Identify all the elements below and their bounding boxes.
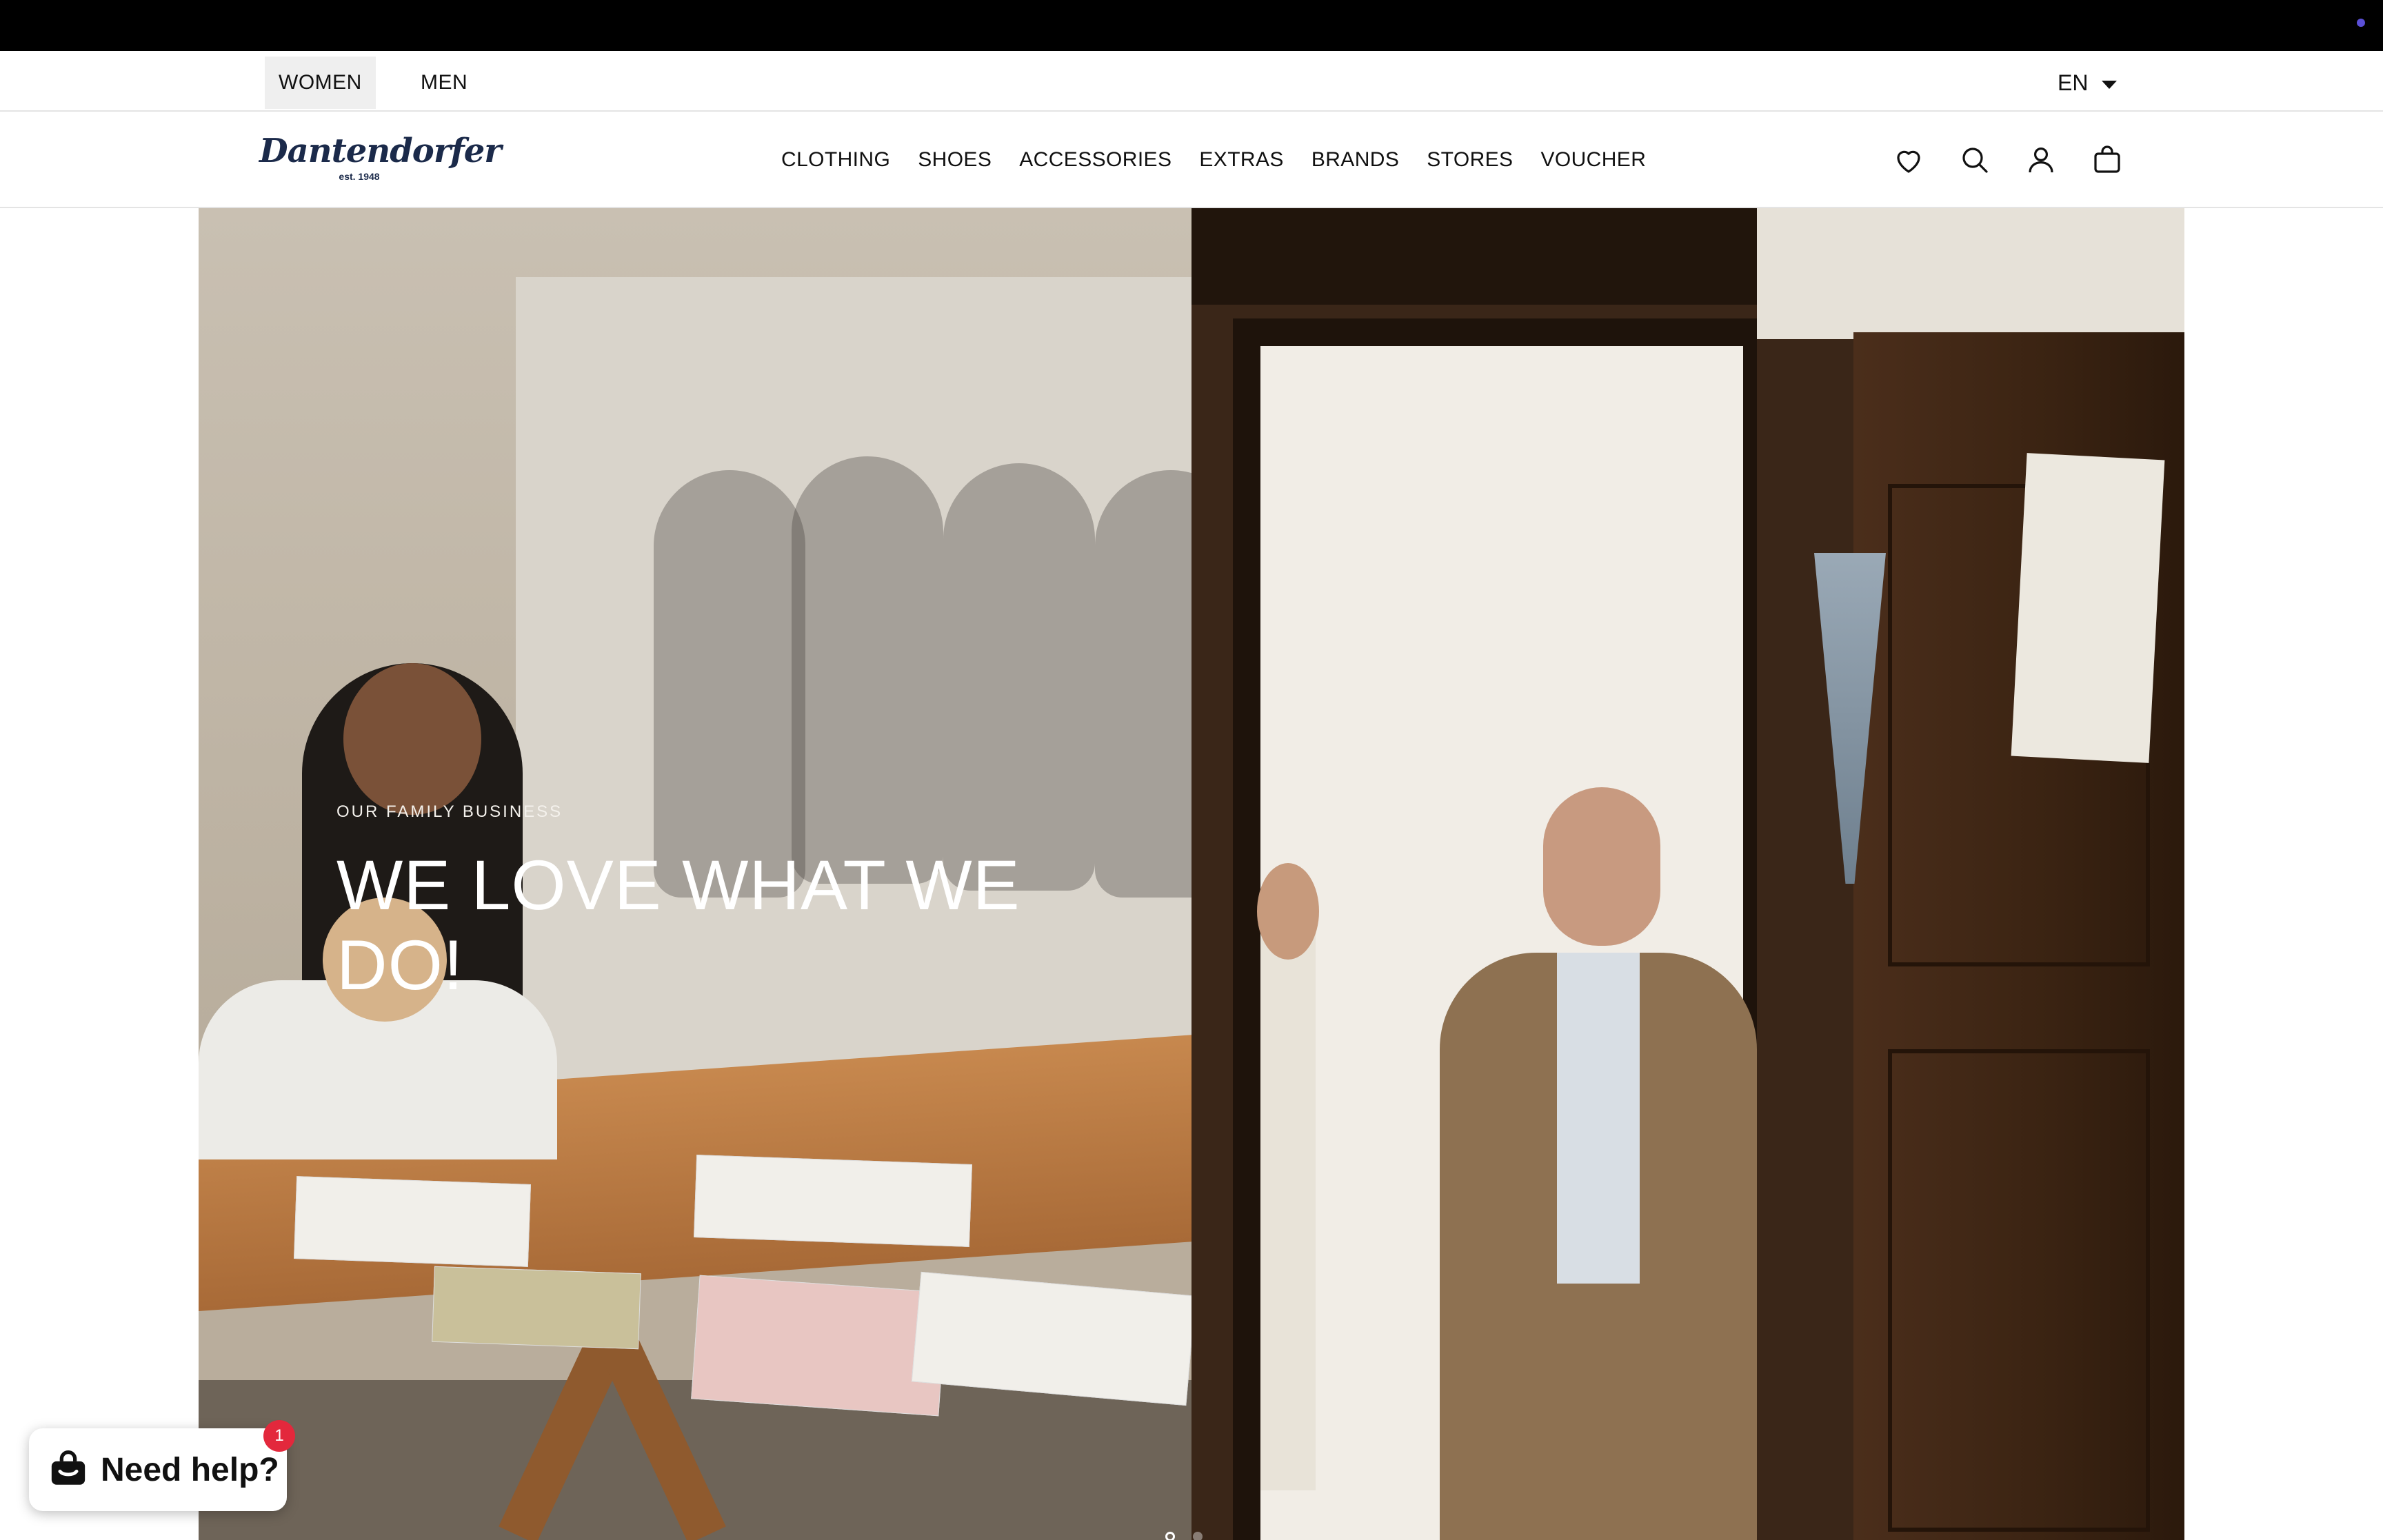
help-label: Need help? <box>101 1451 279 1488</box>
nav-item-clothing[interactable]: CLOTHING <box>781 148 890 172</box>
person-peeking <box>1260 870 1316 1490</box>
hero-copy: OUR FAMILY BUSINESS WE LOVE WHAT WE DO! <box>336 802 1095 1005</box>
heart-icon <box>1897 150 1920 173</box>
hero-headline: WE LOVE WHAT WE DO! <box>336 845 1095 1005</box>
nav-item-extras[interactable]: EXTRAS <box>1199 148 1283 172</box>
brand-logo[interactable]: Dantendorfer est. 1948 <box>259 132 502 186</box>
hero-image-right <box>1192 208 2184 1540</box>
nav-item-shoes[interactable]: SHOES <box>918 148 992 172</box>
hero-eyebrow: OUR FAMILY BUSINESS <box>336 802 563 821</box>
account-button[interactable] <box>2022 141 2060 179</box>
nav-item-brands[interactable]: BRANDS <box>1311 148 1399 172</box>
slider-pagination <box>1165 1532 1220 1540</box>
language-selector[interactable]: EN <box>2058 57 2118 109</box>
search-button[interactable] <box>1955 141 1994 179</box>
logo-wordmark: Dantendorfer <box>259 132 502 170</box>
main-nav: CLOTHING SHOES ACCESSORIES EXTRAS BRANDS… <box>781 112 1646 208</box>
logo-tagline: est. 1948 <box>339 171 380 182</box>
wishlist-button[interactable] <box>1889 141 1928 179</box>
slide-dot-2[interactable] <box>1193 1532 1203 1540</box>
nav-item-accessories[interactable]: ACCESSORIES <box>1019 148 1172 172</box>
header-actions <box>1889 112 2126 208</box>
nav-item-stores[interactable]: STORES <box>1427 148 1513 172</box>
hero-headline-line1: WE LOVE WHAT WE <box>336 846 1020 924</box>
help-chat-button[interactable]: Need help? 1 <box>29 1420 295 1511</box>
cart-icon <box>2094 145 2120 173</box>
nav-item-voucher[interactable]: VOUCHER <box>1540 148 1646 172</box>
account-icon <box>2029 148 2053 173</box>
gender-switch-bar: WOMEN MEN EN <box>0 51 2383 112</box>
language-label: EN <box>2058 70 2089 95</box>
slide-dot-1[interactable] <box>1165 1532 1175 1540</box>
shopify-bag-icon <box>46 1449 91 1490</box>
announcement-bar <box>0 0 2383 51</box>
search-icon <box>1962 148 1988 173</box>
tab-men[interactable]: MEN <box>407 57 481 109</box>
caret-down-icon <box>2102 80 2118 89</box>
cart-button[interactable] <box>2088 141 2126 179</box>
hero-headline-line2: DO! <box>336 926 464 1004</box>
tab-women[interactable]: WOMEN <box>265 57 376 109</box>
notification-badge: 1 <box>263 1420 295 1452</box>
pin-board <box>2011 453 2165 763</box>
main-header: Dantendorfer est. 1948 CLOTHING SHOES AC… <box>0 112 2383 208</box>
status-dot <box>2357 19 2365 27</box>
